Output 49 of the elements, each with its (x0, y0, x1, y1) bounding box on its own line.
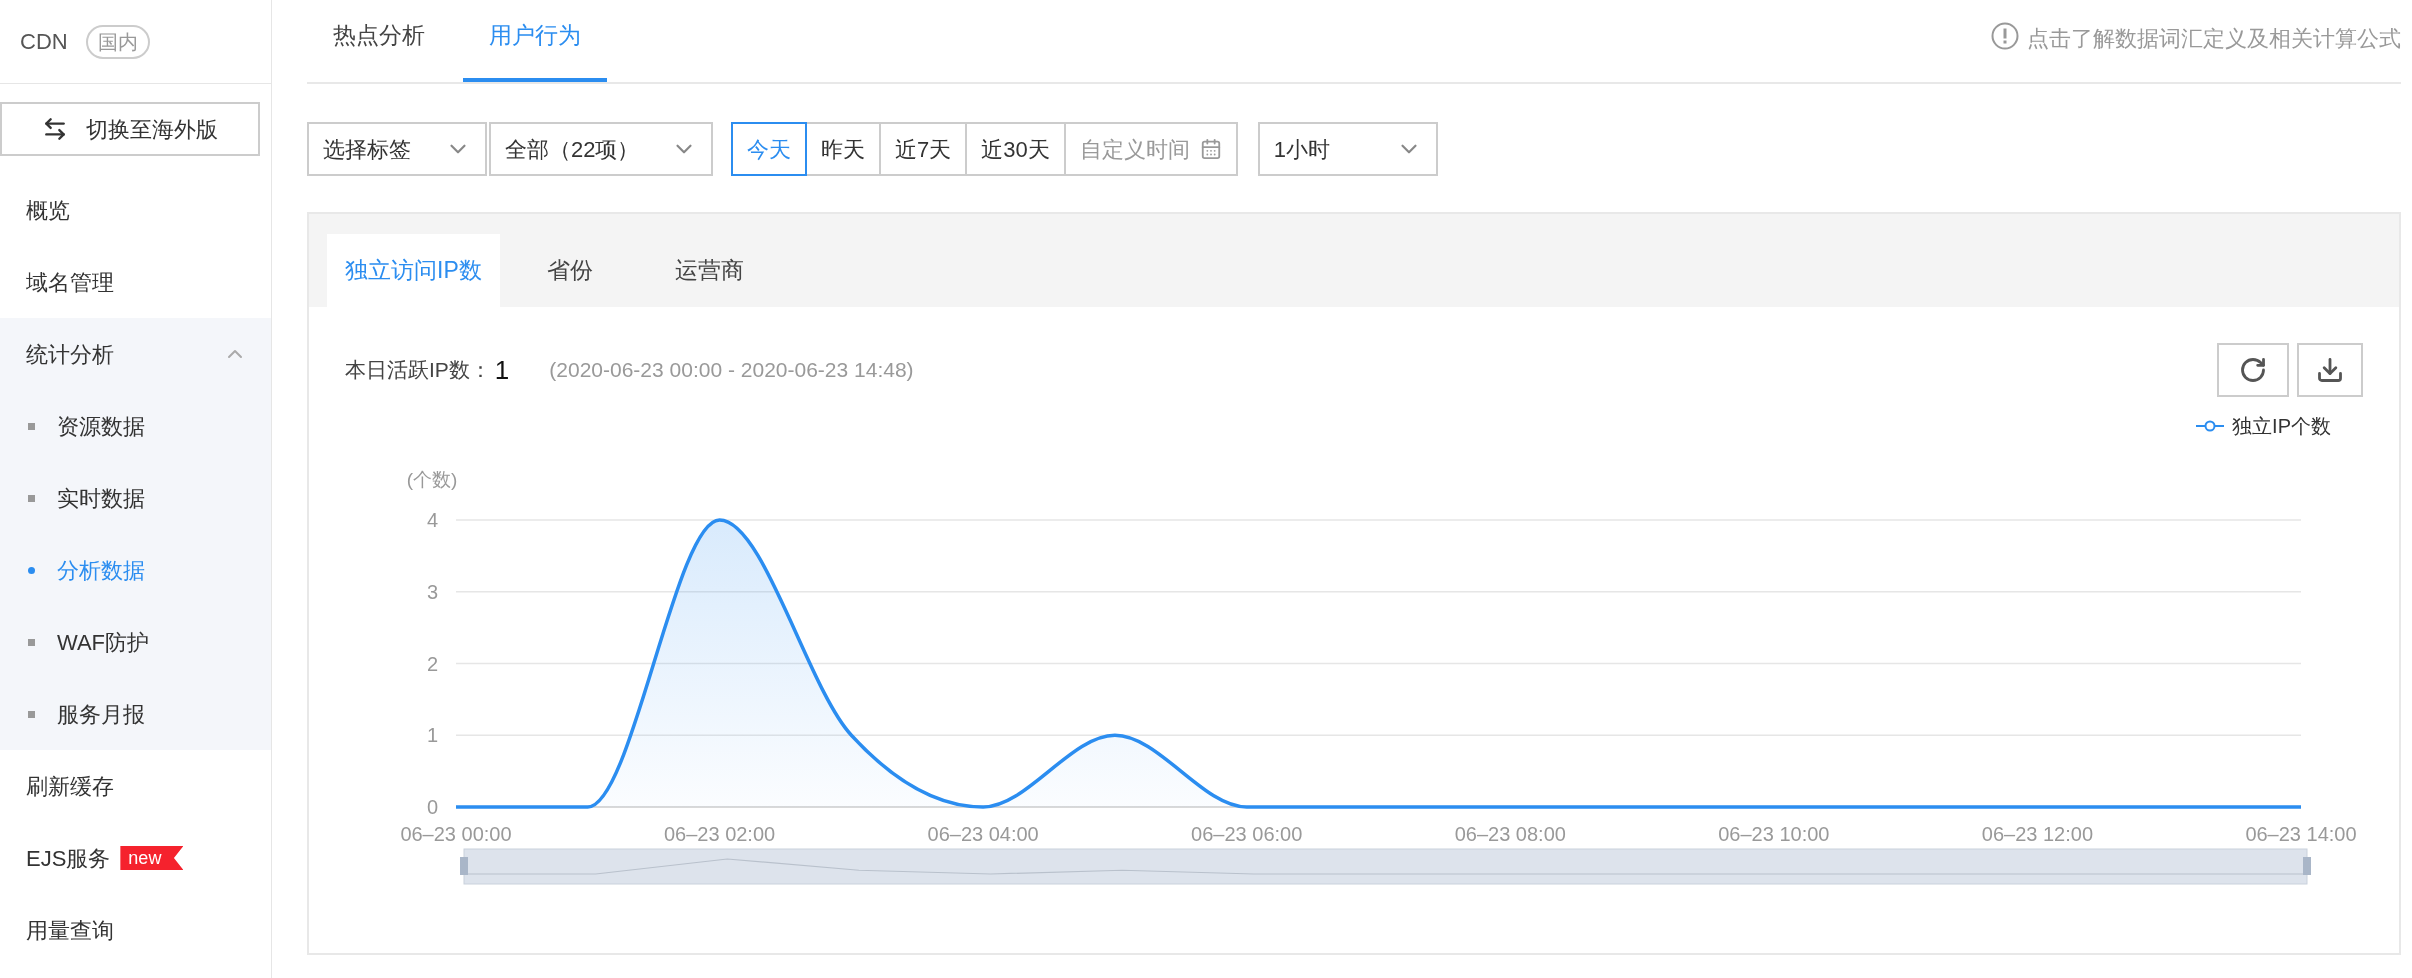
refresh-icon (2239, 356, 2267, 384)
top-tab[interactable]: 热点分析 (307, 0, 451, 82)
x-tick-label: 06–23 08:00 (1454, 823, 1566, 845)
product-name: CDN (20, 28, 68, 56)
sidebar-subitem[interactable]: 服务月报 (57, 697, 145, 731)
x-tick-label: 06–23 12:00 (1981, 823, 2094, 845)
sidebar-subitem[interactable]: WAF防护 (57, 625, 150, 659)
new-badge: new (120, 846, 184, 870)
panel-tab[interactable]: 运营商 (639, 234, 780, 307)
refresh-button[interactable] (2217, 343, 2289, 397)
y-tick-label: 4 (426, 509, 438, 531)
summary-value: 1 (494, 353, 510, 387)
x-tick-label: 06–23 06:00 (1191, 823, 1303, 845)
download-icon (2316, 356, 2344, 384)
x-tick-label: 06–23 10:00 (1718, 823, 1830, 845)
y-tick-label: 3 (426, 580, 438, 603)
date-range-option[interactable]: 近7天 (879, 122, 968, 176)
info-icon (1991, 22, 2019, 50)
y-tick-label: 2 (426, 652, 438, 675)
sidebar-group-item[interactable]: 统计分析 (0, 318, 271, 390)
y-tick-label: 0 (426, 796, 438, 818)
date-range-option[interactable]: 近30天 (965, 122, 1066, 176)
date-range-option[interactable]: 昨天 (805, 122, 881, 176)
tag-select[interactable]: 选择标签 (307, 122, 487, 176)
calendar-icon (1199, 138, 1222, 160)
sidebar-item[interactable]: 概览 (26, 193, 70, 227)
x-tick-label: 06–23 04:00 (927, 823, 1039, 845)
y-axis-unit: (个数) (406, 469, 458, 490)
sidebar-subitem[interactable]: 资源数据 (57, 409, 145, 443)
legend-label[interactable]: 独立IP个数 (2232, 411, 2331, 441)
range-slider[interactable] (460, 848, 2311, 885)
region-badge: 国内 (85, 24, 150, 59)
granularity-select[interactable]: 1小时 (1257, 122, 1438, 176)
x-tick-label: 06–23 02:00 (663, 823, 776, 845)
panel-tab[interactable]: 省份 (499, 234, 640, 307)
y-tick-label: 1 (426, 724, 438, 747)
sidebar-item[interactable]: EJS服务 (26, 841, 111, 875)
download-button[interactable] (2297, 343, 2363, 397)
sidebar-item[interactable]: 用量查询 (26, 913, 114, 947)
x-tick-label: 06–23 14:00 (2245, 823, 2357, 845)
sidebar-item[interactable]: 刷新缓存 (26, 769, 114, 803)
scope-select[interactable]: 全部（22项） (489, 122, 713, 176)
summary-label: 本日活跃IP数： (345, 357, 491, 384)
date-range-text: (2020-06-23 00:00 - 2020-06-23 14:48) (549, 357, 914, 384)
swap-arrows-icon (42, 116, 68, 142)
x-tick-label: 06–23 00:00 (400, 823, 512, 845)
sidebar-subitem[interactable]: 实时数据 (57, 481, 145, 515)
sidebar-item[interactable]: 域名管理 (26, 265, 114, 299)
switch-version-button[interactable]: 切换至海外版 (0, 102, 260, 156)
